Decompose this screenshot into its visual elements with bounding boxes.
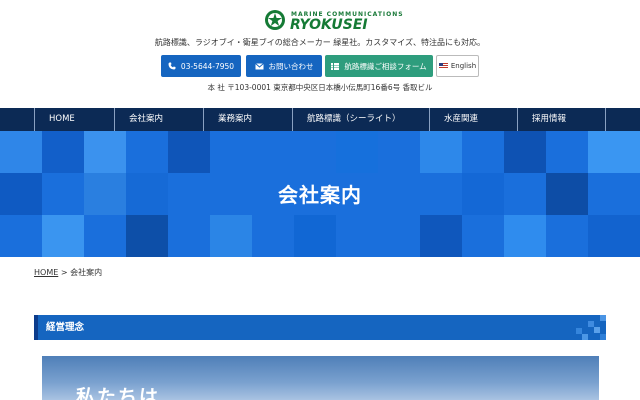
nav-item-recruit[interactable]: 採用情報 (517, 108, 606, 131)
form-label: 航路標識ご相談フォーム (344, 61, 427, 71)
phone-icon (168, 62, 176, 70)
philosophy-photo: 私たちは (42, 356, 599, 400)
hero-tile (42, 215, 84, 257)
hero-tile (588, 131, 640, 173)
hero-tile (0, 131, 42, 173)
english-button[interactable]: English (436, 55, 479, 77)
hero-tile (420, 215, 462, 257)
consultation-form-button[interactable]: 航路標識ご相談フォーム (325, 55, 433, 77)
contact-button[interactable]: お問い合わせ (246, 55, 322, 77)
site-logo[interactable]: MARINE COMMUNICATIONS RYOKUSEI (264, 9, 403, 33)
section-heading-bar: 経営理念 (34, 315, 606, 340)
nav-item-services[interactable]: 業務案内 (203, 108, 292, 131)
english-label: English (450, 62, 477, 70)
logo-wordmark: RYOKUSEI (290, 17, 368, 33)
hero-tile (168, 131, 210, 173)
phone-button[interactable]: 03-5644-7950 (161, 55, 241, 77)
ship-wheel-logo-icon (265, 10, 285, 30)
hero-tile (42, 131, 84, 173)
main-nav: HOME 会社案内 業務案内 航路標識（シーライト） 水産関連 採用情報 (0, 108, 640, 131)
hero-tile (126, 215, 168, 257)
hero-tile (588, 215, 640, 257)
hero-banner: 会社案内 (0, 131, 640, 257)
hero-tile (504, 215, 546, 257)
hero-tile (420, 131, 462, 173)
decor-square (600, 315, 606, 321)
hero-tile (504, 131, 546, 173)
hero-tile (336, 131, 378, 173)
hero-tile (294, 215, 336, 257)
hero-tile (84, 131, 126, 173)
breadcrumb-current: 会社案内 (70, 268, 103, 277)
section-title: 経営理念 (46, 322, 85, 333)
photo-caption: 私たちは (76, 386, 161, 400)
decor-square (600, 334, 606, 340)
decor-square (594, 327, 600, 333)
nav-item-home[interactable]: HOME (34, 108, 114, 131)
hero-tile (210, 215, 252, 257)
page-title: 会社案内 (278, 183, 362, 207)
breadcrumb-home-link[interactable]: HOME (34, 268, 58, 277)
decor-square (582, 334, 588, 340)
contact-label: お問い合わせ (268, 61, 314, 71)
nav-item-company[interactable]: 会社案内 (114, 108, 203, 131)
us-flag-icon (438, 63, 448, 69)
breadcrumb-separator: > (60, 268, 68, 277)
nav-item-fisheries[interactable]: 水産関連 (429, 108, 517, 131)
site-tagline: 航路標識、ラジオブイ・衛星ブイの総合メーカー 緑星社。カスタマイズ、特注品にも対… (154, 38, 486, 47)
company-address: 本 社 〒103-0001 東京都中央区日本橋小伝馬町16番6号 香取ビル (207, 83, 433, 92)
nav-item-sealite[interactable]: 航路標識（シーライト） (292, 108, 429, 131)
breadcrumb: HOME > 会社案内 (34, 267, 102, 278)
mail-icon (254, 62, 264, 69)
phone-number: 03-5644-7950 (180, 61, 235, 71)
list-icon (331, 62, 340, 70)
